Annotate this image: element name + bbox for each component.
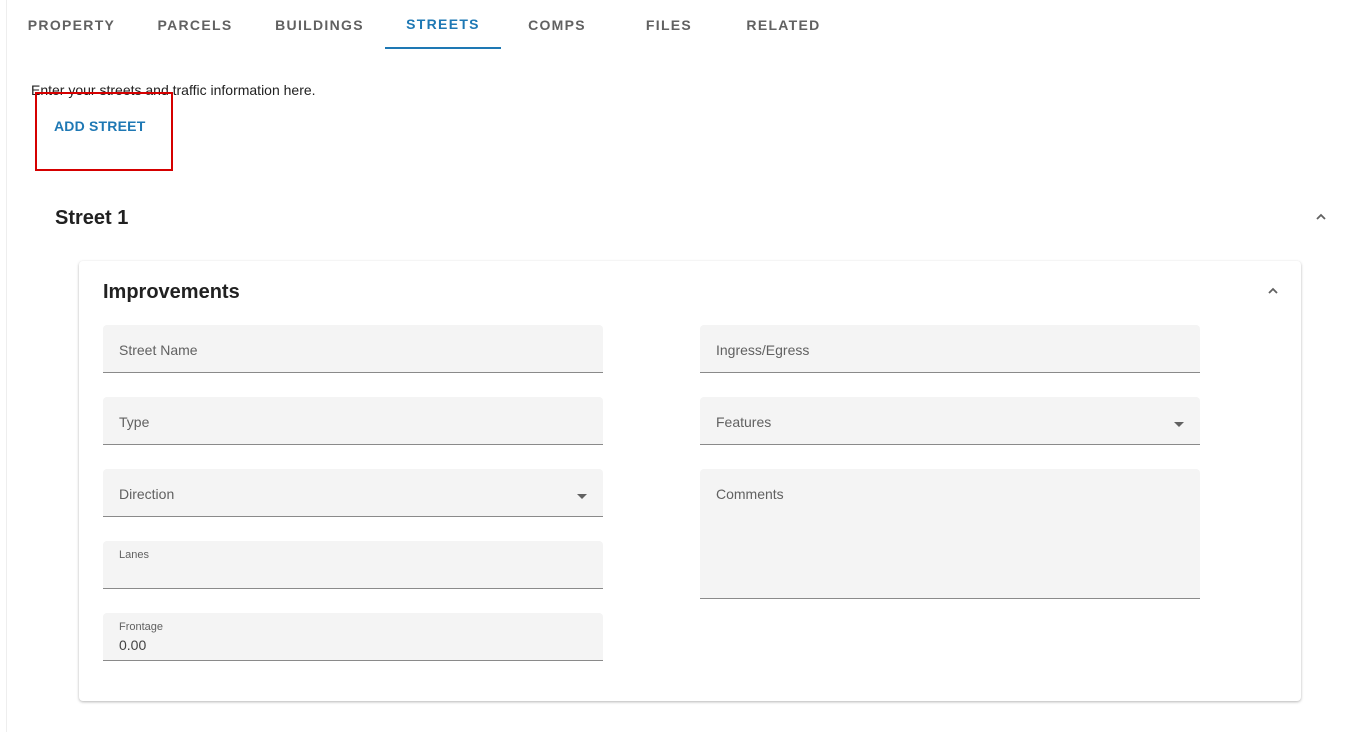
lanes-field[interactable]: Lanes [103,541,603,589]
street-name-field[interactable]: Street Name [103,325,603,373]
field-label: Type [119,414,150,430]
caret-down-icon [1174,422,1184,427]
improvements-title: Improvements [103,281,240,303]
tab-bar: PROPERTY PARCELS BUILDINGS STREETS COMPS… [7,0,842,49]
tab-related[interactable]: RELATED [725,0,842,49]
field-label: Street Name [119,342,198,358]
caret-down-icon [577,494,587,499]
tab-streets[interactable]: STREETS [385,0,501,49]
field-label: Ingress/Egress [716,342,810,358]
improvements-collapse-button[interactable] [1262,280,1284,302]
tab-files[interactable]: FILES [613,0,725,49]
highlight-box [35,92,173,171]
street-collapse-button[interactable] [1310,206,1332,228]
tab-property[interactable]: PROPERTY [7,0,136,49]
left-divider [6,0,7,732]
field-label: Lanes [119,549,149,561]
type-field[interactable]: Type [103,397,603,445]
tab-parcels[interactable]: PARCELS [136,0,254,49]
field-value: 0.00 [119,637,147,653]
field-label: Direction [119,486,175,502]
improvements-card: Improvements Street Name Type Direction … [79,261,1301,701]
direction-select[interactable]: Direction [103,469,603,517]
tab-comps[interactable]: COMPS [501,0,613,49]
features-select[interactable]: Features [700,397,1200,445]
chevron-up-icon [1268,287,1278,294]
ingress-egress-field[interactable]: Ingress/Egress [700,325,1200,373]
comments-textarea[interactable]: Comments [700,469,1200,599]
field-label: Comments [716,486,784,502]
street-section-title: Street 1 [55,207,129,229]
field-label: Features [716,414,772,430]
chevron-up-icon [1316,213,1326,220]
tab-buildings[interactable]: BUILDINGS [254,0,385,49]
field-label: Frontage [119,621,164,633]
frontage-field[interactable]: Frontage 0.00 [103,613,603,661]
